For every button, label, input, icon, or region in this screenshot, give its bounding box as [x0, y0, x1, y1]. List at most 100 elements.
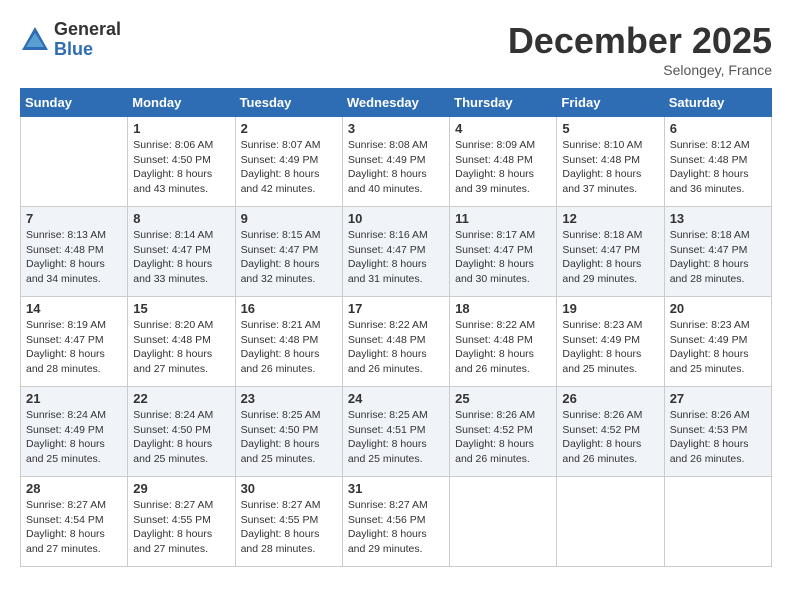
day-info: Sunrise: 8:12 AMSunset: 4:48 PMDaylight:…: [670, 138, 766, 197]
calendar-week-row: 14Sunrise: 8:19 AMSunset: 4:47 PMDayligh…: [21, 297, 772, 387]
calendar-cell: [450, 477, 557, 567]
day-number: 10: [348, 211, 444, 226]
calendar-cell: 10 Sunrise: 8:16 AMSunset: 4:47 PMDayligh…: [342, 207, 449, 297]
day-info: Sunrise: 8:07 AMSunset: 4:49 PMDaylight:…: [241, 138, 337, 197]
day-info: Sunrise: 8:22 AMSunset: 4:48 PMDaylight:…: [455, 318, 551, 377]
day-info: Sunrise: 8:22 AMSunset: 4:48 PMDaylight:…: [348, 318, 444, 377]
day-of-week-header: Tuesday: [235, 89, 342, 117]
day-number: 25: [455, 391, 551, 406]
day-number: 18: [455, 301, 551, 316]
day-of-week-header: Sunday: [21, 89, 128, 117]
calendar-cell: 25 Sunrise: 8:26 AMSunset: 4:52 PMDayligh…: [450, 387, 557, 477]
day-number: 6: [670, 121, 766, 136]
calendar-cell: 11 Sunrise: 8:17 AMSunset: 4:47 PMDayligh…: [450, 207, 557, 297]
calendar-cell: 3 Sunrise: 8:08 AMSunset: 4:49 PMDaylight…: [342, 117, 449, 207]
day-number: 30: [241, 481, 337, 496]
calendar-cell: 5 Sunrise: 8:10 AMSunset: 4:48 PMDaylight…: [557, 117, 664, 207]
calendar-cell: 7 Sunrise: 8:13 AMSunset: 4:48 PMDaylight…: [21, 207, 128, 297]
day-of-week-header: Wednesday: [342, 89, 449, 117]
day-of-week-header: Saturday: [664, 89, 771, 117]
calendar-cell: 24Sunrise: 8:25 AMSunset: 4:51 PMDayligh…: [342, 387, 449, 477]
day-number: 13: [670, 211, 766, 226]
calendar-cell: 13 Sunrise: 8:18 AMSunset: 4:47 PMDayligh…: [664, 207, 771, 297]
calendar-cell: 22Sunrise: 8:24 AMSunset: 4:50 PMDayligh…: [128, 387, 235, 477]
calendar-cell: 20Sunrise: 8:23 AMSunset: 4:49 PMDayligh…: [664, 297, 771, 387]
day-info: Sunrise: 8:23 AMSunset: 4:49 PMDaylight:…: [562, 318, 658, 377]
calendar-cell: 30 Sunrise: 8:27 AMSunset: 4:55 PMDayligh…: [235, 477, 342, 567]
day-info: Sunrise: 8:23 AMSunset: 4:49 PMDaylight:…: [670, 318, 766, 377]
day-number: 16: [241, 301, 337, 316]
page-header: General Blue December 2025 Selongey, Fra…: [20, 20, 772, 78]
day-info: Sunrise: 8:08 AMSunset: 4:49 PMDaylight:…: [348, 138, 444, 197]
calendar-cell: 6 Sunrise: 8:12 AMSunset: 4:48 PMDaylight…: [664, 117, 771, 207]
day-info: Sunrise: 8:24 AMSunset: 4:49 PMDaylight:…: [26, 408, 122, 467]
day-info: Sunrise: 8:16 AMSunset: 4:47 PMDaylight:…: [348, 228, 444, 287]
day-info: Sunrise: 8:18 AMSunset: 4:47 PMDaylight:…: [670, 228, 766, 287]
day-number: 3: [348, 121, 444, 136]
day-number: 7: [26, 211, 122, 226]
day-info: Sunrise: 8:09 AMSunset: 4:48 PMDaylight:…: [455, 138, 551, 197]
calendar-cell: [557, 477, 664, 567]
day-info: Sunrise: 8:20 AMSunset: 4:48 PMDaylight:…: [133, 318, 229, 377]
day-of-week-header: Friday: [557, 89, 664, 117]
day-info: Sunrise: 8:27 AMSunset: 4:54 PMDaylight:…: [26, 498, 122, 557]
title-block: December 2025 Selongey, France: [508, 20, 772, 78]
calendar-cell: 4 Sunrise: 8:09 AMSunset: 4:48 PMDaylight…: [450, 117, 557, 207]
calendar-cell: 19 Sunrise: 8:23 AMSunset: 4:49 PMDayligh…: [557, 297, 664, 387]
day-number: 1: [133, 121, 229, 136]
day-info: Sunrise: 8:21 AMSunset: 4:48 PMDaylight:…: [241, 318, 337, 377]
calendar-cell: 12 Sunrise: 8:18 AMSunset: 4:47 PMDayligh…: [557, 207, 664, 297]
day-number: 19: [562, 301, 658, 316]
day-info: Sunrise: 8:26 AMSunset: 4:52 PMDaylight:…: [455, 408, 551, 467]
day-info: Sunrise: 8:27 AMSunset: 4:55 PMDaylight:…: [241, 498, 337, 557]
day-info: Sunrise: 8:24 AMSunset: 4:50 PMDaylight:…: [133, 408, 229, 467]
location-subtitle: Selongey, France: [508, 62, 772, 78]
day-number: 9: [241, 211, 337, 226]
day-number: 5: [562, 121, 658, 136]
day-number: 24: [348, 391, 444, 406]
calendar-cell: 9 Sunrise: 8:15 AMSunset: 4:47 PMDaylight…: [235, 207, 342, 297]
calendar-week-row: 28 Sunrise: 8:27 AMSunset: 4:54 PMDayligh…: [21, 477, 772, 567]
calendar-week-row: 21 Sunrise: 8:24 AMSunset: 4:49 PMDayligh…: [21, 387, 772, 477]
day-info: Sunrise: 8:13 AMSunset: 4:48 PMDaylight:…: [26, 228, 122, 287]
day-info: Sunrise: 8:19 AMSunset: 4:47 PMDaylight:…: [26, 318, 122, 377]
day-info: Sunrise: 8:14 AMSunset: 4:47 PMDaylight:…: [133, 228, 229, 287]
day-info: Sunrise: 8:10 AMSunset: 4:48 PMDaylight:…: [562, 138, 658, 197]
day-number: 23: [241, 391, 337, 406]
day-number: 12: [562, 211, 658, 226]
calendar-cell: 16 Sunrise: 8:21 AMSunset: 4:48 PMDayligh…: [235, 297, 342, 387]
calendar-cell: 27 Sunrise: 8:26 AMSunset: 4:53 PMDayligh…: [664, 387, 771, 477]
day-info: Sunrise: 8:26 AMSunset: 4:52 PMDaylight:…: [562, 408, 658, 467]
day-number: 2: [241, 121, 337, 136]
day-number: 27: [670, 391, 766, 406]
day-number: 29: [133, 481, 229, 496]
calendar-cell: 15Sunrise: 8:20 AMSunset: 4:48 PMDayligh…: [128, 297, 235, 387]
day-info: Sunrise: 8:17 AMSunset: 4:47 PMDaylight:…: [455, 228, 551, 287]
calendar-cell: 31Sunrise: 8:27 AMSunset: 4:56 PMDayligh…: [342, 477, 449, 567]
calendar-cell: 23Sunrise: 8:25 AMSunset: 4:50 PMDayligh…: [235, 387, 342, 477]
calendar-cell: 26Sunrise: 8:26 AMSunset: 4:52 PMDayligh…: [557, 387, 664, 477]
calendar-cell: [664, 477, 771, 567]
calendar-cell: 2 Sunrise: 8:07 AMSunset: 4:49 PMDaylight…: [235, 117, 342, 207]
day-number: 17: [348, 301, 444, 316]
day-of-week-header: Thursday: [450, 89, 557, 117]
day-info: Sunrise: 8:26 AMSunset: 4:53 PMDaylight:…: [670, 408, 766, 467]
day-number: 4: [455, 121, 551, 136]
day-number: 28: [26, 481, 122, 496]
day-number: 11: [455, 211, 551, 226]
logo-blue-text: Blue: [54, 40, 121, 60]
day-number: 21: [26, 391, 122, 406]
calendar-cell: 8 Sunrise: 8:14 AMSunset: 4:47 PMDaylight…: [128, 207, 235, 297]
logo-icon: [20, 25, 50, 55]
day-info: Sunrise: 8:06 AMSunset: 4:50 PMDaylight:…: [133, 138, 229, 197]
calendar-cell: 28 Sunrise: 8:27 AMSunset: 4:54 PMDayligh…: [21, 477, 128, 567]
day-info: Sunrise: 8:27 AMSunset: 4:55 PMDaylight:…: [133, 498, 229, 557]
calendar-cell: 1 Sunrise: 8:06 AMSunset: 4:50 PMDaylight…: [128, 117, 235, 207]
month-title: December 2025: [508, 20, 772, 62]
calendar-cell: 18 Sunrise: 8:22 AMSunset: 4:48 PMDayligh…: [450, 297, 557, 387]
day-info: Sunrise: 8:18 AMSunset: 4:47 PMDaylight:…: [562, 228, 658, 287]
day-info: Sunrise: 8:15 AMSunset: 4:47 PMDaylight:…: [241, 228, 337, 287]
day-number: 8: [133, 211, 229, 226]
calendar-cell: 17 Sunrise: 8:22 AMSunset: 4:48 PMDayligh…: [342, 297, 449, 387]
logo: General Blue: [20, 20, 121, 60]
